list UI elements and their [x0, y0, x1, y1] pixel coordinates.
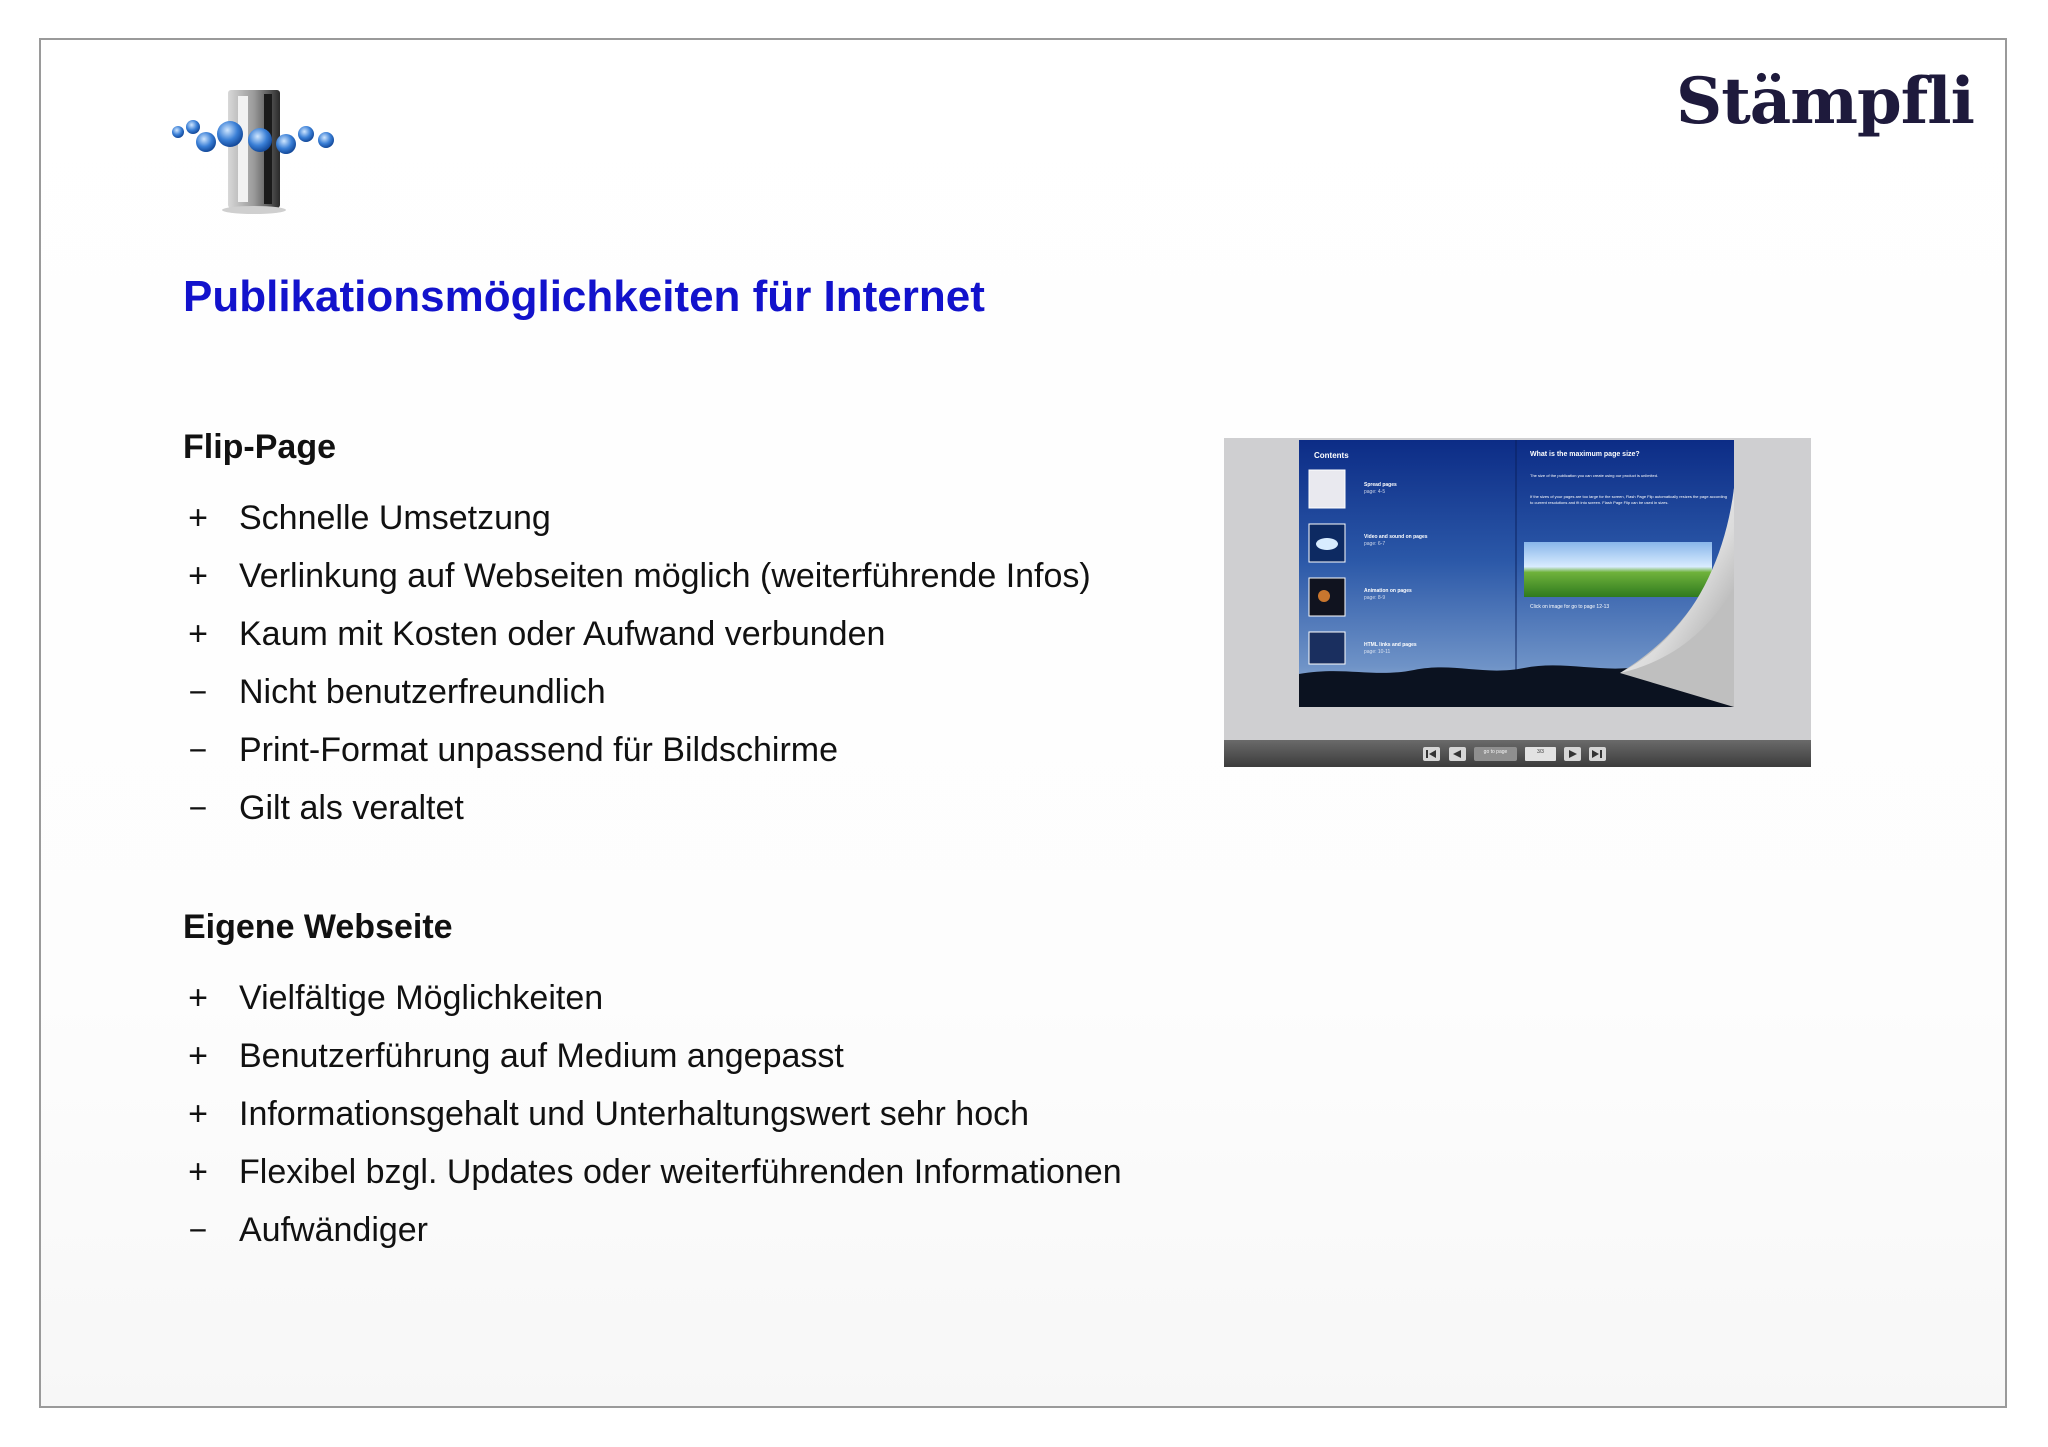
flipbook-toc-sub: page: 10-11 — [1364, 649, 1391, 655]
list-item-text: Kaum mit Kosten oder Aufwand verbunden — [239, 615, 886, 653]
flipbook-toc-item: Animation on pages page: 8-9 — [1364, 588, 1412, 602]
list-item-text: Verlinkung auf Webseiten möglich (weiter… — [239, 557, 1091, 595]
list-item-text: Schnelle Umsetzung — [239, 499, 551, 537]
section-heading-flip-page: Flip-Page — [183, 428, 337, 466]
minus-bullet: − — [188, 1212, 208, 1248]
list-item-text: Nicht benutzerfreundlich — [239, 673, 606, 711]
plus-bullet: + — [188, 499, 208, 537]
flipbook-right-text: If the sizes of your pages are too large… — [1530, 494, 1727, 505]
plus-bullet: + — [188, 615, 208, 653]
flipbook-toc-sub: page: 4-5 — [1364, 489, 1386, 495]
flipbook-image-caption: Click on image for go to page 12-13 — [1530, 604, 1610, 610]
plus-bullet: + — [188, 1037, 208, 1075]
flipbook-toc-title: Spread pages — [1364, 482, 1397, 488]
plus-bullet: + — [188, 1153, 208, 1191]
list-item-text: Aufwändiger — [239, 1211, 429, 1249]
minus-bullet: − — [188, 790, 208, 826]
plus-bullet: + — [188, 1095, 208, 1133]
list-item-text: Benutzerführung auf Medium angepasst — [239, 1037, 844, 1075]
flipbook-toc-title: HTML links and pages — [1364, 642, 1417, 648]
flipbook-right-heading: What is the maximum page size? — [1530, 451, 1640, 458]
list-item-text: Informationsgehalt und Unterhaltungswert… — [239, 1095, 1030, 1133]
flipbook-right-text: The size of the publication you can crea… — [1530, 473, 1659, 478]
flipbook-toc-item: Video and sound on pages page: 6-7 — [1364, 534, 1428, 548]
flipbook-screenshot: Contents Spread pages page: 4-5 Video an… — [1224, 438, 1811, 767]
brand-logo-text: Stämpfli — [1676, 64, 1975, 139]
list-item-text: Print-Format unpassend für Bildschirme — [239, 731, 839, 769]
flipbook-contents-heading: Contents — [1314, 451, 1349, 460]
flipbook-toc-title: Animation on pages — [1364, 588, 1412, 594]
minus-bullet: − — [188, 674, 208, 710]
flipbook-toc-item: Spread pages page: 4-5 — [1364, 482, 1397, 496]
list-item-text: Flexibel bzgl. Updates oder weiterführen… — [239, 1153, 1122, 1191]
flipbook-toc-item: HTML links and pages page: 10-11 — [1364, 642, 1417, 656]
brand-logo: Stämpfli — [1676, 64, 1975, 139]
minus-bullet: − — [188, 732, 208, 768]
flipbook-toc-title: Video and sound on pages — [1364, 534, 1428, 540]
page-title: Publikationsmöglichkeiten für Internet — [183, 272, 985, 321]
flipbook-toc-sub: page: 6-7 — [1364, 541, 1386, 547]
flipbook-goto-button[interactable]: go to page — [1474, 749, 1517, 755]
plus-bullet: + — [188, 557, 208, 595]
device-apps-icon — [172, 90, 334, 214]
section-heading-eigene-webseite: Eigene Webseite — [183, 908, 453, 946]
list-item-text: Gilt als veraltet — [239, 789, 464, 827]
list-item-text: Vielfältige Möglichkeiten — [239, 979, 604, 1017]
flipbook-page-field[interactable]: 3/3 — [1525, 749, 1556, 755]
plus-bullet: + — [188, 979, 208, 1017]
flipbook-toc-sub: page: 8-9 — [1364, 595, 1386, 601]
